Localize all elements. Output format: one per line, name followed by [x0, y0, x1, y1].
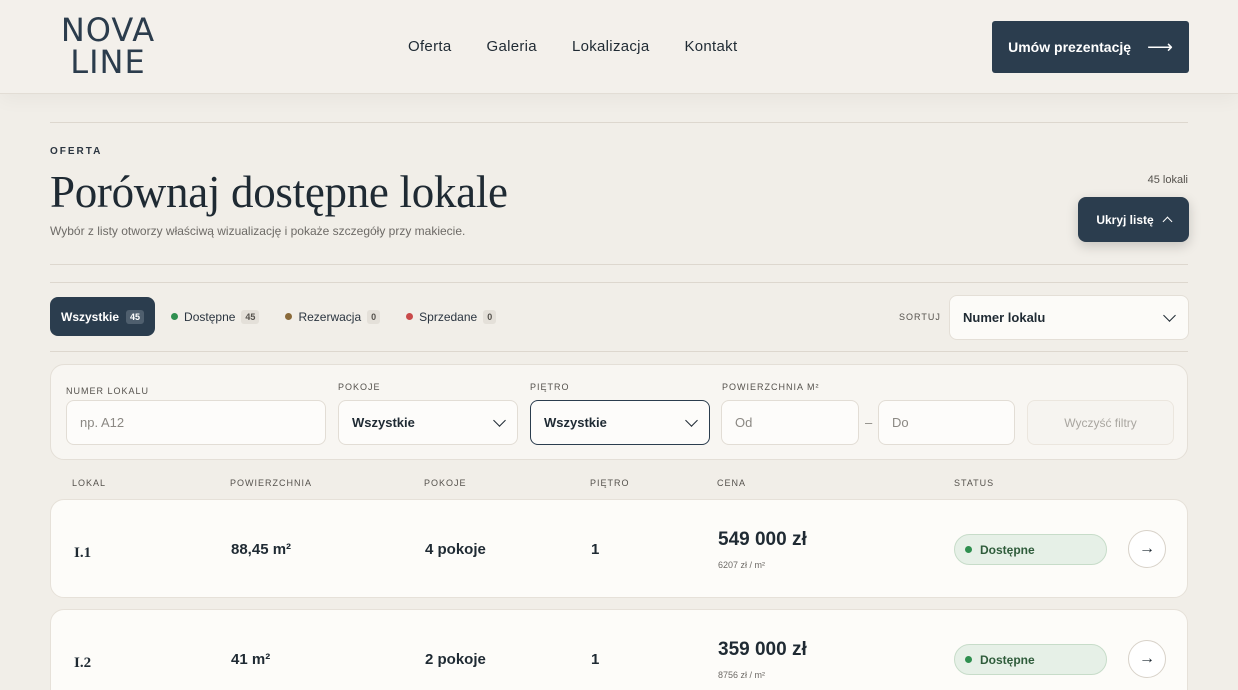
- status-dot-icon: [285, 313, 293, 320]
- hide-list-label: Ukryj listę: [1096, 212, 1154, 227]
- status-dot-icon: [965, 546, 972, 553]
- divider: [50, 282, 1188, 283]
- tab-label: Dostępne: [184, 309, 236, 324]
- column-header-rooms: POKOJE: [424, 478, 467, 488]
- unit-area: 41 m²: [231, 651, 271, 668]
- hide-list-button[interactable]: Ukryj listę: [1078, 197, 1189, 242]
- status-dot-icon: [171, 313, 179, 320]
- floor-select[interactable]: Wszystkie: [530, 400, 710, 445]
- divider: [50, 264, 1188, 265]
- column-header-status: STATUS: [954, 478, 995, 488]
- status-badge: Dostępne: [954, 534, 1107, 565]
- arrow-right-icon[interactable]: →: [1128, 640, 1166, 678]
- chevron-up-icon: [1162, 216, 1173, 227]
- logo-line-1: NOVA: [60, 11, 156, 49]
- divider: [50, 351, 1188, 352]
- tab-count: 0: [483, 309, 497, 324]
- unit-number: I.2: [74, 655, 92, 671]
- tab-count: 0: [367, 309, 381, 324]
- logo[interactable]: NOVA LINE: [56, 14, 160, 78]
- main-nav: Oferta Galeria Lokalizacja Kontakt: [408, 38, 737, 55]
- area-to-placeholder: Do: [892, 415, 909, 430]
- status-dot-icon: [406, 313, 414, 320]
- status-label: Dostępne: [980, 542, 1035, 557]
- tab-available[interactable]: Dostępne 45: [171, 309, 260, 324]
- tab-count: 45: [126, 309, 145, 324]
- status-tabs: Wszystkie 45 Dostępne 45 Rezerwacja 0 Sp…: [50, 297, 497, 336]
- column-header-area: POWIERZCHNIA: [230, 478, 313, 488]
- tab-count: 45: [241, 309, 260, 324]
- rooms-label: POKOJE: [338, 382, 381, 392]
- page-subtitle: Wybór z listy otworzy właściwą wizualiza…: [50, 224, 466, 238]
- area-from-input[interactable]: Od: [721, 400, 859, 445]
- tab-label: Sprzedane: [419, 309, 478, 324]
- nav-galeria[interactable]: Galeria: [486, 38, 536, 55]
- chevron-down-icon: [493, 414, 506, 427]
- unit-price-per-m2: 8756 zł / m²: [718, 670, 766, 680]
- filter-panel: NUMER LOKALU np. A12 POKOJE Wszystkie PI…: [50, 364, 1188, 460]
- status-dot-icon: [965, 656, 972, 663]
- arrow-right-icon[interactable]: →: [1128, 530, 1166, 568]
- unit-rooms: 2 pokoje: [425, 651, 486, 668]
- nav-oferta[interactable]: Oferta: [408, 38, 451, 55]
- area-to-input[interactable]: Do: [878, 400, 1015, 445]
- status-badge: Dostępne: [954, 644, 1107, 675]
- unit-number-placeholder: np. A12: [80, 415, 125, 430]
- unit-price: 359 000 zł: [718, 639, 807, 660]
- tab-sold[interactable]: Sprzedane 0: [406, 309, 497, 324]
- tab-label: Wszystkie: [61, 309, 120, 324]
- column-header-floor: PIĘTRO: [590, 478, 630, 488]
- rooms-select[interactable]: Wszystkie: [338, 400, 518, 445]
- column-header-price: CENA: [717, 478, 747, 488]
- clear-filters-label: Wyczyść filtry: [1064, 415, 1137, 430]
- units-count: 45 lokali: [1147, 174, 1188, 186]
- cta-label: Umów prezentację: [1008, 39, 1132, 55]
- column-header-lokal: LOKAL: [72, 478, 107, 488]
- status-label: Dostępne: [980, 652, 1035, 667]
- sort-label: SORTUJ: [899, 312, 941, 322]
- page-title: Porównaj dostępne lokale: [50, 167, 508, 217]
- table-row[interactable]: I.2 41 m² 2 pokoje 1 359 000 zł 8756 zł …: [50, 609, 1188, 690]
- unit-floor: 1: [591, 651, 600, 668]
- floor-label: PIĘTRO: [530, 382, 570, 392]
- rooms-value: Wszystkie: [352, 415, 415, 430]
- area-label: POWIERZCHNIA M²: [722, 382, 820, 392]
- unit-area: 88,45 m²: [231, 541, 292, 558]
- section-eyebrow: OFERTA: [50, 146, 103, 157]
- tab-all[interactable]: Wszystkie 45: [50, 297, 156, 336]
- table-row[interactable]: I.1 88,45 m² 4 pokoje 1 549 000 zł 6207 …: [50, 499, 1188, 598]
- logo-line-2: LINE: [70, 43, 146, 81]
- chevron-down-icon: [685, 414, 698, 427]
- divider: [50, 122, 1188, 123]
- range-dash: –: [865, 415, 873, 430]
- unit-price-per-m2: 6207 zł / m²: [718, 560, 766, 570]
- sort-select[interactable]: Numer lokalu: [949, 295, 1189, 340]
- chevron-down-icon: [1163, 309, 1176, 322]
- tab-label: Rezerwacja: [298, 309, 362, 324]
- nav-kontakt[interactable]: Kontakt: [684, 38, 737, 55]
- book-presentation-button[interactable]: Umów prezentację ⟶: [992, 21, 1189, 73]
- area-from-placeholder: Od: [735, 415, 753, 430]
- unit-number: I.1: [74, 545, 92, 561]
- arrow-right-icon: ⟶: [1147, 36, 1173, 57]
- tab-reserved[interactable]: Rezerwacja 0: [285, 309, 381, 324]
- unit-rooms: 4 pokoje: [425, 541, 486, 558]
- floor-value: Wszystkie: [544, 415, 607, 430]
- unit-number-input[interactable]: np. A12: [66, 400, 326, 445]
- site-header: NOVA LINE Oferta Galeria Lokalizacja Kon…: [0, 0, 1238, 94]
- unit-floor: 1: [591, 541, 600, 558]
- number-label: NUMER LOKALU: [66, 386, 150, 396]
- clear-filters-button[interactable]: Wyczyść filtry: [1027, 400, 1174, 445]
- sort-value: Numer lokalu: [963, 310, 1046, 325]
- nav-lokalizacja[interactable]: Lokalizacja: [572, 38, 650, 55]
- unit-price: 549 000 zł: [718, 529, 807, 550]
